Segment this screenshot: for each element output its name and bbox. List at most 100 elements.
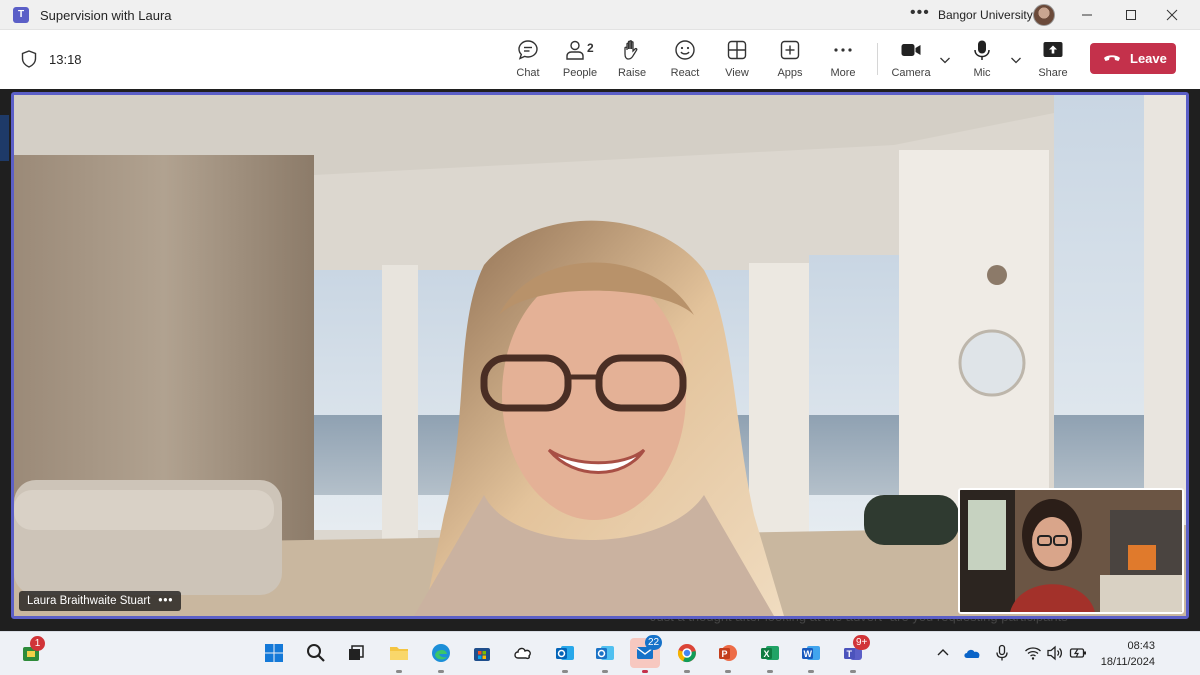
chevron-up-icon[interactable]	[934, 644, 952, 662]
smiley-icon	[675, 40, 695, 60]
maximize-icon[interactable]	[1121, 5, 1141, 25]
people-icon	[566, 40, 584, 60]
mail-button[interactable]: 22	[630, 635, 663, 668]
chat-label: Chat	[516, 67, 540, 79]
leave-label: Leave	[1130, 51, 1167, 66]
shield-icon[interactable]	[21, 50, 37, 68]
video-camera-icon	[901, 44, 921, 56]
participant-video-tile[interactable]: Laura Braithwaite Stuart •••	[11, 92, 1189, 619]
svg-text:P: P	[722, 649, 728, 659]
excel-button[interactable]: X	[755, 638, 785, 668]
apps-button[interactable]: Apps	[765, 39, 815, 83]
people-label: People	[562, 67, 598, 79]
leave-button[interactable]: Leave	[1090, 43, 1176, 74]
chrome-icon	[677, 644, 696, 663]
cloud-sketch-icon	[514, 647, 531, 660]
word-running-indicator	[808, 670, 814, 673]
meeting-timer: 13:18	[49, 52, 82, 67]
edge-running-indicator	[438, 670, 444, 673]
file-explorer-button[interactable]	[384, 638, 414, 668]
search-icon	[307, 644, 325, 662]
participant-name-tag[interactable]: Laura Braithwaite Stuart •••	[19, 591, 182, 611]
powerpoint-icon: P	[719, 645, 737, 661]
meeting-toolbar: 13:18 Chat 2 People Raise React View App…	[0, 31, 1200, 89]
mic-options-chevron-icon[interactable]	[1010, 55, 1022, 65]
toolbar-divider	[877, 43, 878, 75]
self-view-tile[interactable]	[958, 488, 1184, 614]
task-view-icon	[349, 645, 364, 660]
react-label: React	[670, 67, 700, 79]
widgets-badge: 1	[30, 636, 45, 651]
people-count: 2	[587, 41, 594, 55]
powerpoint-running-indicator	[725, 670, 731, 673]
share-label: Share	[1038, 67, 1068, 79]
search-button[interactable]	[301, 638, 331, 668]
battery-charging-icon[interactable]	[1069, 644, 1087, 662]
outlook-running-indicator	[562, 670, 568, 673]
widgets-button[interactable]: 1	[16, 636, 46, 668]
svg-text:T: T	[847, 649, 853, 659]
react-button[interactable]: React	[660, 39, 710, 83]
excel-icon: X	[761, 646, 779, 660]
file-explorer-running-indicator	[396, 670, 402, 673]
participant-name: Laura Braithwaite Stuart	[27, 595, 151, 607]
teams-badge: 9+	[853, 635, 871, 650]
onedrive-cloud-icon[interactable]	[963, 644, 981, 662]
mail-badge: 22	[645, 635, 663, 650]
clock-date: 18/11/2024	[1100, 656, 1155, 668]
raise-hand-button[interactable]: Raise	[607, 39, 657, 83]
teams-button[interactable]: T 9+	[838, 635, 871, 668]
camera-button[interactable]: Camera	[886, 39, 936, 83]
mic-label: Mic	[973, 67, 991, 79]
microphone-icon	[974, 40, 990, 60]
view-label: View	[725, 67, 749, 79]
add-apps-icon	[780, 40, 800, 60]
camera-label: Camera	[891, 67, 931, 79]
teams-app-icon: T	[13, 7, 29, 23]
outlook-new-button[interactable]	[590, 638, 620, 668]
outlook-new-icon	[596, 646, 614, 660]
participant-more-icon[interactable]: •••	[158, 595, 173, 607]
store-button[interactable]	[467, 638, 497, 668]
outlook-button[interactable]	[550, 638, 580, 668]
view-button[interactable]: View	[712, 39, 762, 83]
start-button[interactable]	[259, 638, 289, 668]
windows-taskbar: 1 22 P X W T 9+ 08:43 18/11/2024	[0, 631, 1200, 675]
chrome-running-indicator	[684, 670, 690, 673]
raise-label: Raise	[617, 67, 647, 79]
wifi-icon[interactable]	[1024, 644, 1042, 662]
speaker-volume-icon[interactable]	[1046, 644, 1064, 662]
grid-view-icon	[727, 40, 747, 60]
window-title: Supervision with Laura	[40, 8, 172, 23]
apps-label: Apps	[777, 67, 803, 79]
people-button[interactable]: 2 People	[555, 39, 605, 83]
share-button[interactable]: Share	[1028, 39, 1078, 83]
chat-button[interactable]: Chat	[503, 39, 553, 83]
teams-running-indicator	[850, 670, 856, 673]
system-clock[interactable]: 08:43 18/11/2024	[1099, 638, 1155, 670]
word-button[interactable]: W	[796, 638, 826, 668]
organization-label[interactable]: Bangor University	[938, 8, 1033, 22]
share-screen-icon	[1043, 42, 1063, 57]
microphone-in-use-icon[interactable]	[993, 644, 1011, 662]
close-icon[interactable]	[1162, 5, 1182, 25]
minimize-icon[interactable]	[1077, 5, 1097, 25]
outlook-icon	[556, 646, 574, 660]
account-avatar[interactable]	[1033, 4, 1055, 26]
svg-text:X: X	[764, 649, 770, 659]
mic-button[interactable]: Mic	[957, 39, 1007, 83]
hang-up-icon	[1104, 55, 1120, 61]
edge-button[interactable]	[426, 638, 456, 668]
task-view-button[interactable]	[341, 638, 371, 668]
store-icon	[474, 648, 490, 661]
background-window-strip	[0, 115, 9, 161]
chat-icon	[518, 40, 538, 60]
chrome-button[interactable]	[672, 638, 702, 668]
camera-options-chevron-icon[interactable]	[939, 55, 951, 65]
window-title-bar: T Supervision with Laura ••• Bangor Univ…	[0, 0, 1200, 30]
more-actions-button[interactable]: More	[818, 39, 868, 83]
window-more-icon[interactable]: •••	[910, 4, 930, 22]
paint-button[interactable]	[508, 638, 538, 668]
folder-icon	[390, 647, 408, 660]
powerpoint-button[interactable]: P	[713, 638, 743, 668]
